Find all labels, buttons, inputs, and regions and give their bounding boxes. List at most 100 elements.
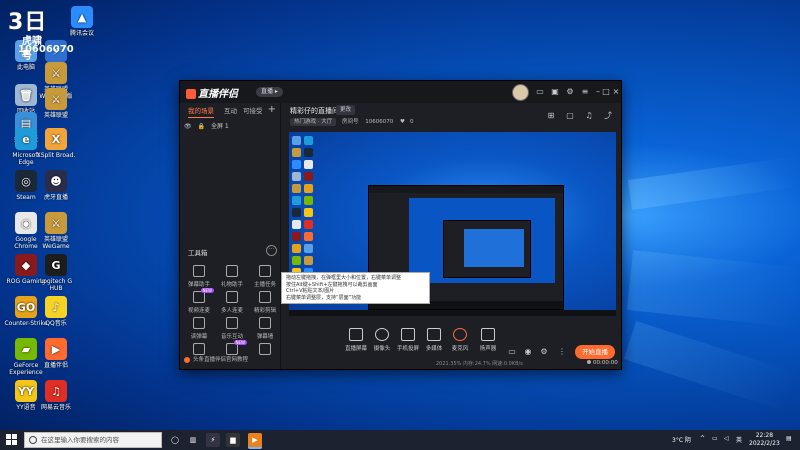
- tool-icon: [259, 317, 271, 329]
- scene-item[interactable]: 👁 🔒 全屏 1: [184, 121, 233, 130]
- toolbox-item[interactable]: [250, 343, 280, 358]
- desktop-icon-label: 腾讯会议: [69, 30, 94, 37]
- room-meta: 热门游戏 · 大厅 房间号 10606070 ♥ 0: [290, 117, 418, 126]
- desktop-icon-label: XSplit Broad.: [36, 152, 76, 159]
- app-titlebar: 直播伴侣 直播 ▸ ▭ ▣ ⚙ ≡ – □ ×: [180, 81, 621, 103]
- app-icon: ▶: [45, 338, 67, 360]
- gear-icon[interactable]: ⚙: [564, 86, 576, 98]
- new-badge: NEW: [233, 340, 247, 345]
- camera-icon: [375, 328, 389, 341]
- app-icon: ♫: [45, 380, 67, 402]
- task-view-icon[interactable]: ◯: [168, 433, 182, 447]
- app-icon: X: [45, 128, 67, 150]
- desktop-icon[interactable]: ♫ 网易云音乐: [34, 380, 78, 411]
- tab-my-scenes[interactable]: 我的场景: [188, 105, 214, 118]
- record-icon[interactable]: ▭: [507, 347, 517, 357]
- speaker-label: 扬声器: [479, 346, 497, 352]
- taskbar-search-input[interactable]: 在这里输入你要搜索的内容: [24, 432, 162, 448]
- toolbox-item[interactable]: NEW 视频连麦: [184, 288, 214, 314]
- preview-icon: [292, 196, 301, 205]
- desktop-icon[interactable]: X XSplit Broad.: [34, 128, 78, 159]
- desktop-icon[interactable]: ▲ 腾讯会议: [60, 6, 104, 37]
- toolbox-item[interactable]: 弹幕墙: [250, 317, 280, 340]
- store-icon[interactable]: ▣: [549, 86, 561, 98]
- like-icon: ♥: [400, 119, 405, 125]
- start-live-button[interactable]: 开始直播: [575, 345, 615, 359]
- preview-icon: [292, 232, 301, 241]
- task-switch-icon[interactable]: ▥: [186, 433, 200, 447]
- avatar[interactable]: [512, 84, 529, 101]
- category-chip[interactable]: 热门游戏 · 大厅: [290, 118, 337, 126]
- message-icon[interactable]: ▭: [534, 86, 546, 98]
- eye-icon[interactable]: ◉: [523, 347, 533, 357]
- weather-indicator[interactable]: 3°C 阴: [672, 435, 691, 444]
- taskbar-app-icon[interactable]: ▆: [226, 433, 240, 447]
- windows-taskbar: 在这里输入你要搜索的内容 ◯ ▥ ⚡ ▆ ▶ 3°C 阴 ^ ▭ ◁ 英 22:…: [0, 430, 800, 450]
- volume-icon[interactable]: ◁: [724, 435, 729, 442]
- app-icon: ⚔: [45, 88, 67, 110]
- taskbar-app-icon[interactable]: ⚡: [206, 433, 220, 447]
- screen-icon[interactable]: ▢: [565, 111, 575, 121]
- tool-label: 多人连麦: [220, 308, 243, 314]
- desktop-icon[interactable]: ⚔ 英雄联盟WeGame: [34, 212, 78, 250]
- help-link[interactable]: 头条直播伴侣官网教程: [184, 355, 248, 363]
- tool-label: 弹幕墙: [256, 334, 274, 340]
- toolbox-more-button[interactable]: ···: [266, 245, 277, 256]
- microphone-icon: [453, 328, 467, 341]
- ime-indicator[interactable]: 英: [736, 435, 742, 444]
- add-scene-button[interactable]: +: [268, 104, 276, 115]
- tool-icon: [226, 265, 238, 277]
- search-icon: [29, 436, 37, 444]
- status-dot-icon: [587, 360, 591, 364]
- close-icon[interactable]: ×: [610, 86, 622, 98]
- settings-icon[interactable]: ⚙: [539, 347, 549, 357]
- network-icon[interactable]: ▭: [712, 435, 718, 442]
- speaker-button[interactable]: 扬声器: [473, 328, 503, 352]
- microphone-button[interactable]: 麦克风: [445, 328, 475, 352]
- share-icon[interactable]: ⤴: [603, 111, 613, 121]
- version-pill[interactable]: 直播 ▸: [256, 87, 283, 97]
- bell-icon[interactable]: ♫: [584, 111, 594, 121]
- toolbox-item[interactable]: 读弹幕: [184, 317, 214, 340]
- tab-acceptable[interactable]: 可接受: [243, 105, 263, 115]
- toolbox-item[interactable]: 精彩剪辑: [250, 291, 280, 314]
- tool-label: 礼物助手: [220, 282, 243, 288]
- menu-icon[interactable]: ≡: [579, 86, 591, 98]
- toolbox-item[interactable]: 音乐互动: [217, 317, 247, 340]
- tooltip-line: 右键菜单调整层，支持“层面”功能: [286, 294, 362, 301]
- desktop-icon[interactable]: ▶ 直播伴侣: [34, 338, 78, 369]
- lock-icon[interactable]: 🔒: [198, 123, 205, 130]
- eye-icon[interactable]: 👁: [184, 123, 192, 130]
- desktop-icon[interactable]: ☻ 虎牙直播: [34, 170, 78, 201]
- desktop-icon[interactable]: G Logitech G HUB: [34, 254, 78, 292]
- perf-status: 2021.35% 内存:24.7% 网速:0.0KB/s: [436, 361, 523, 367]
- preview-icon: [292, 172, 301, 181]
- tray-chevron-icon[interactable]: ^: [700, 435, 705, 442]
- more-icon[interactable]: ⋮: [557, 347, 567, 357]
- toolbox-item[interactable]: 弹幕助手: [184, 265, 214, 288]
- preview-icon: [304, 184, 313, 193]
- preview-icon: [292, 148, 301, 157]
- desktop-icon[interactable]: ♪ QQ音乐: [34, 296, 78, 327]
- scene-panel: 我的场景 互动 可接受 + 👁 🔒 全屏 1 工具箱 ··· 弹幕助手 礼物助手 主…: [180, 103, 281, 369]
- toolbox-item[interactable]: 礼物助手: [217, 265, 247, 288]
- notification-icon[interactable]: ▤: [786, 435, 792, 442]
- app-logo-text: 直播伴侣: [198, 89, 238, 100]
- gift-icon[interactable]: ⊞: [546, 111, 556, 121]
- tool-icon: [226, 291, 238, 303]
- nested-titlebar: [369, 186, 563, 193]
- app-icon: ♪: [45, 296, 67, 318]
- tab-interact[interactable]: 互动: [224, 105, 237, 115]
- edit-title-button[interactable]: 更改: [336, 105, 356, 115]
- desktop-icon[interactable]: ⚔ 英雄联盟: [34, 88, 78, 119]
- microphone-label: 麦克风: [451, 346, 469, 352]
- windows-start-icon[interactable]: [6, 434, 18, 446]
- scene-label: 全屏 1: [210, 123, 229, 130]
- source-controls: 直播屏幕 摄像头 手机投屏 多媒体 麦克风 扬声器 ▭ ◉ ⚙ ⋮ 开始直播 2…: [281, 322, 621, 369]
- taskbar-live-companion-icon[interactable]: ▶: [248, 433, 262, 449]
- nested-window: [443, 220, 531, 278]
- toolbox-item[interactable]: 多人连麦: [217, 291, 247, 314]
- taskbar-clock[interactable]: 22:28 2022/2/23: [749, 432, 780, 448]
- tool-label: 弹幕助手: [187, 282, 210, 288]
- toolbox-item[interactable]: 主播任务: [250, 265, 280, 288]
